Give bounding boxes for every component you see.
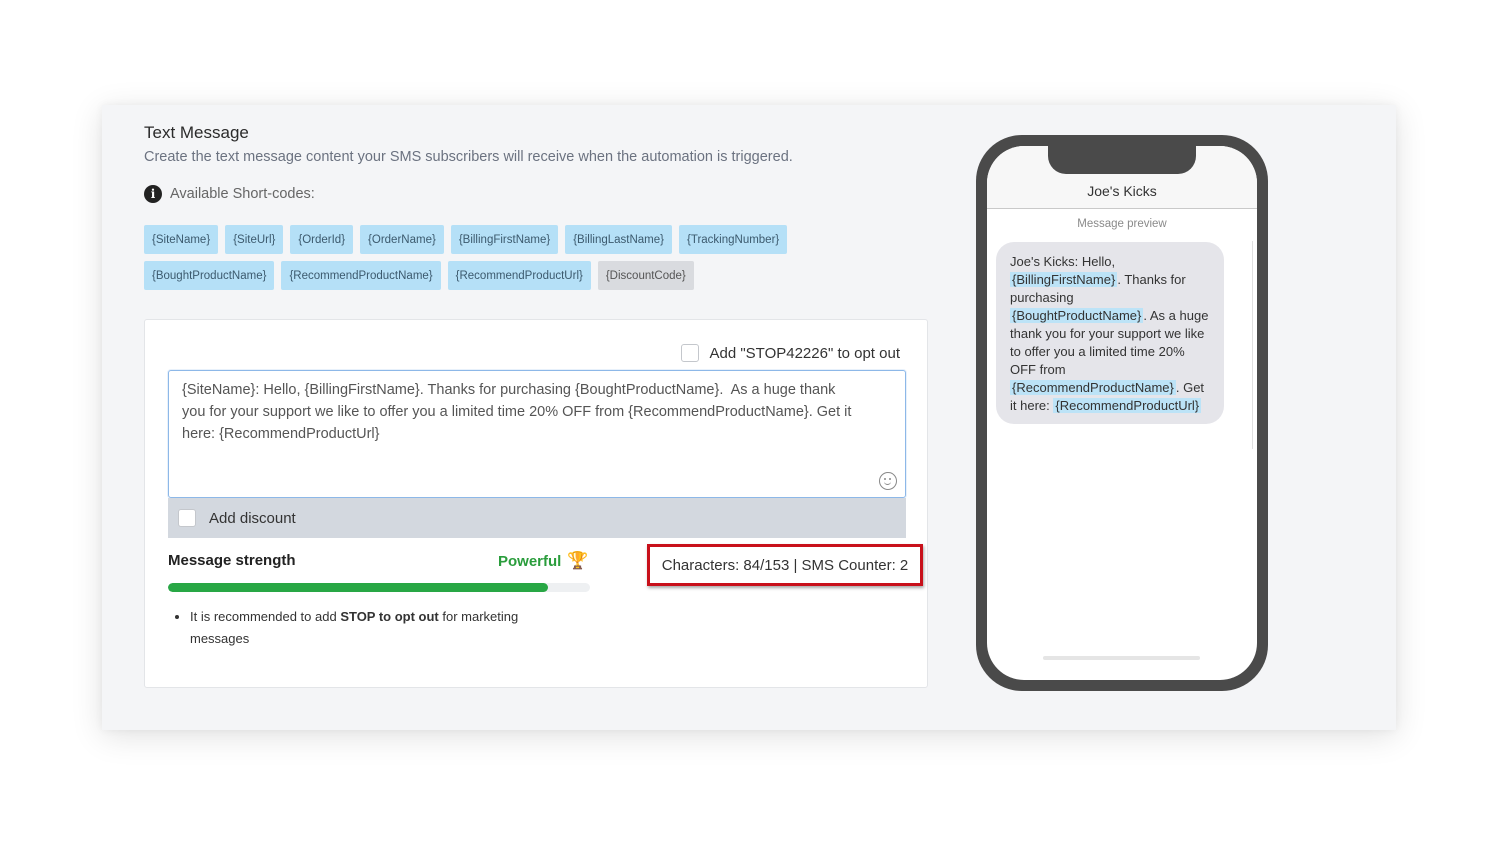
shortcode-chip-recommendproducturl[interactable]: {RecommendProductUrl} [447,261,591,290]
phone-home-indicator [1043,656,1200,660]
bubble-shortcode: {RecommendProductName} [1010,380,1176,395]
character-counter: Characters: 84/153 | SMS Counter: 2 [647,544,923,586]
tip-item: It is recommended to add STOP to opt out… [190,606,552,650]
shortcode-chip-sitename[interactable]: {SiteName} [144,225,219,254]
shortcode-row-2: {BoughtProductName} {RecommendProductNam… [144,261,844,290]
message-text[interactable]: {SiteName}: Hello, {BillingFirstName}. T… [182,379,852,445]
shortcode-row-1: {SiteName} {SiteUrl} {OrderId} {OrderNam… [144,225,844,254]
tips-list: It is recommended to add STOP to opt out… [172,606,552,650]
shortcode-chip-siteurl[interactable]: {SiteUrl} [225,225,284,254]
shortcode-chip-trackingnumber[interactable]: {TrackingNumber} [679,225,788,254]
bubble-shortcode: {RecommendProductUrl} [1053,398,1202,413]
message-strength-value: Powerful 🏆 [498,551,589,571]
shortcode-chip-discountcode[interactable]: {DiscountCode} [597,261,694,290]
shortcode-chip-billingfirstname[interactable]: {BillingFirstName} [450,225,559,254]
preview-scrollbar[interactable] [1252,241,1253,449]
section-subtitle: Create the text message content your SMS… [144,149,793,165]
shortcode-chip-ordername[interactable]: {OrderName} [360,225,444,254]
emoji-icon[interactable] [879,472,897,490]
phone-contact-name: Joe's Kicks [1087,183,1157,199]
optout-label: Add "STOP42226" to opt out [709,344,900,362]
text-message-card: Text Message Create the text message con… [102,105,1396,730]
optout-checkbox[interactable] [681,344,700,362]
add-discount-checkbox[interactable] [178,509,196,527]
add-discount-label: Add discount [209,509,296,527]
shortcode-chip-orderid[interactable]: {OrderId} [290,225,354,254]
add-discount-bar[interactable]: Add discount [168,498,906,538]
phone-preview: Joe's Kicks Message preview Joe's Kicks:… [976,135,1268,691]
section-title: Text Message [144,123,249,142]
optout-option[interactable]: Add "STOP42226" to opt out [681,344,900,362]
tip-prefix: It is recommended to add [190,609,341,624]
message-textarea[interactable]: {SiteName}: Hello, {BillingFirstName}. T… [168,370,906,498]
shortcode-chip-recommendproductname[interactable]: {RecommendProductName} [281,261,441,290]
shortcode-chips: {SiteName} {SiteUrl} {OrderId} {OrderNam… [144,225,844,297]
strength-progress-track [168,583,590,592]
message-strength-label: Message strength [168,552,296,569]
phone-notch [1048,146,1196,174]
bubble-text: Joe's Kicks: Hello, [1010,254,1116,269]
strength-progress-fill [168,583,548,592]
tip-bold: STOP to opt out [340,609,439,624]
shortcode-chip-billinglastname[interactable]: {BillingLastName} [565,225,672,254]
message-preview-label: Message preview [1077,218,1167,230]
message-editor-panel: Add "STOP42226" to opt out {SiteName}: H… [144,319,928,688]
bubble-shortcode: {BoughtProductName} [1010,308,1144,323]
strength-value-text: Powerful [498,552,562,570]
message-bubble: Joe's Kicks: Hello, {BillingFirstName}. … [996,242,1224,424]
info-icon: i [144,185,162,203]
shortcodes-header: i Available Short-codes: [144,185,315,203]
bubble-shortcode: {BillingFirstName} [1010,272,1118,287]
trophy-icon: 🏆 [567,551,589,570]
shortcode-chip-boughtproductname[interactable]: {BoughtProductName} [144,261,275,290]
phone-screen: Joe's Kicks Message preview Joe's Kicks:… [987,146,1257,680]
shortcodes-label: Available Short-codes: [170,186,315,202]
